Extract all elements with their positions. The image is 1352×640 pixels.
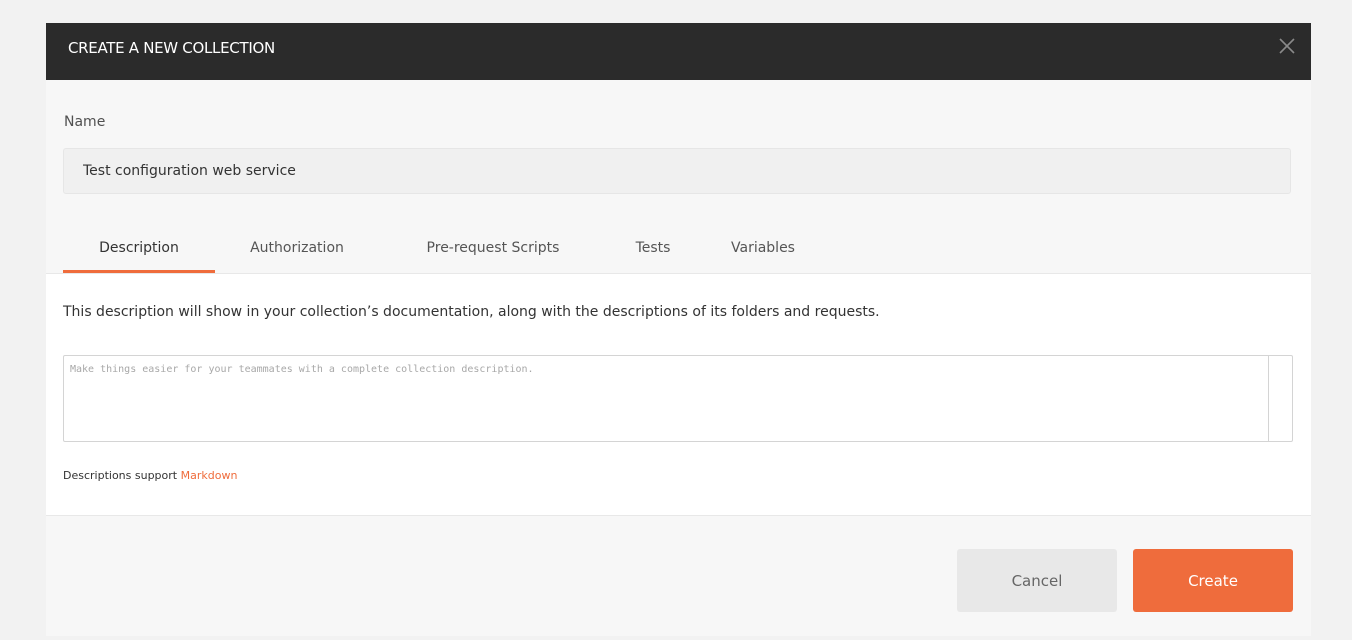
description-textarea[interactable] — [63, 355, 1293, 442]
collection-tabs: Description Authorization Pre-request Sc… — [63, 235, 1311, 273]
dialog-header: CREATE A NEW COLLECTION — [46, 23, 1311, 80]
dialog-footer: Cancel Create — [46, 516, 1311, 636]
tab-variables[interactable]: Variables — [719, 235, 807, 273]
markdown-support-prefix: Descriptions support — [63, 469, 181, 482]
close-icon[interactable] — [1277, 36, 1297, 56]
markdown-support-note: Descriptions support Markdown — [63, 469, 237, 482]
collection-name-input[interactable] — [63, 148, 1291, 194]
tab-pre-request-scripts[interactable]: Pre-request Scripts — [405, 235, 581, 273]
textarea-scrollbar[interactable] — [1268, 356, 1269, 441]
description-help-text: This description will show in your colle… — [63, 304, 880, 320]
description-panel: This description will show in your colle… — [46, 273, 1311, 516]
tab-tests[interactable]: Tests — [623, 235, 683, 273]
name-label: Name — [64, 114, 106, 130]
cancel-button[interactable]: Cancel — [957, 549, 1117, 612]
create-collection-dialog: CREATE A NEW COLLECTION Name Description… — [46, 23, 1311, 636]
tab-authorization[interactable]: Authorization — [232, 235, 362, 273]
markdown-link[interactable]: Markdown — [181, 469, 238, 482]
create-button[interactable]: Create — [1133, 549, 1293, 612]
dialog-title: CREATE A NEW COLLECTION — [68, 39, 275, 57]
tab-description[interactable]: Description — [63, 235, 215, 273]
